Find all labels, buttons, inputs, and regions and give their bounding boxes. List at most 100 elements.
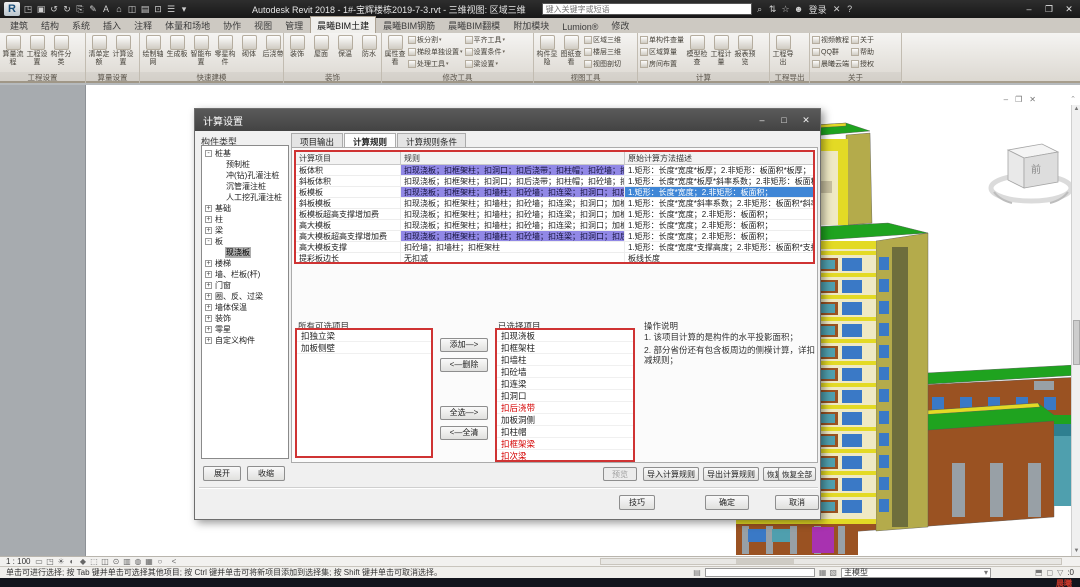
signin-button[interactable]: 登录	[809, 3, 827, 16]
list-item[interactable]: 扣次梁	[497, 450, 633, 462]
text-icon[interactable]: A	[100, 4, 112, 15]
tree-toggle-icon[interactable]: +	[205, 227, 212, 234]
ribbon-tab[interactable]: 修改	[605, 17, 635, 33]
drawing-area[interactable]: 前 –❐✕ ⌃ ▲ ▼ 计算设置 –□✕ 构	[85, 85, 1080, 556]
ribbon-button[interactable]: 屋面	[309, 34, 333, 59]
ribbon-button[interactable]: 属性查看	[383, 34, 407, 66]
list-item[interactable]: 扣柱帽	[497, 426, 633, 438]
list-item[interactable]: 扣后浇带	[497, 402, 633, 414]
export-rules-button[interactable]: 导出计算规则	[703, 467, 759, 481]
ribbon-small-button[interactable]: 晨曦云端	[811, 58, 850, 70]
ribbon-tab[interactable]: 晨曦BIM钢筋	[377, 17, 441, 33]
filter-icon[interactable]: ▽	[1057, 568, 1063, 577]
tree-item[interactable]: 冲(钻)孔灌注桩	[202, 170, 288, 181]
tree-item[interactable]: 预制桩	[202, 159, 288, 170]
close-hidden-icon[interactable]: ⊡	[152, 4, 164, 15]
ribbon-small-button[interactable]: 房间布置	[639, 58, 685, 70]
maximize-button[interactable]: ❐	[1042, 4, 1056, 15]
scroll-up-icon[interactable]: ▲	[1072, 105, 1080, 114]
search-icon[interactable]: ⌕	[754, 4, 766, 15]
undo-icon[interactable]: ↺	[48, 4, 60, 15]
import-rules-button[interactable]: 导入计算规则	[643, 467, 699, 481]
analytical-icon[interactable]: ▦	[143, 557, 154, 566]
ribbon-button[interactable]: 防水	[357, 34, 381, 59]
ribbon-tab[interactable]: 注释	[128, 17, 158, 33]
dialog-maximize-button[interactable]: □	[778, 115, 790, 126]
tree-toggle-icon[interactable]: +	[205, 337, 212, 344]
tree-item[interactable]: - 桩基	[202, 148, 288, 159]
thin-lines-icon[interactable]: ▤	[139, 4, 151, 15]
worksets-input[interactable]	[705, 568, 815, 577]
ribbon-small-button[interactable]: 区域算量	[639, 46, 685, 58]
ribbon-tab[interactable]: 晨曦BIM翻模	[442, 17, 506, 33]
ribbon-button[interactable]: 工程设置	[25, 34, 49, 66]
revit-app-menu-button[interactable]: R	[4, 2, 20, 16]
ribbon-small-button[interactable]: 关于	[850, 34, 875, 46]
sun-path-icon[interactable]: ☀	[55, 557, 66, 566]
ribbon-button[interactable]: 后浇带	[261, 34, 283, 66]
tree-toggle-icon[interactable]: +	[205, 293, 212, 300]
ribbon-small-button[interactable]: 授权	[850, 58, 875, 70]
tree-item[interactable]: + 墙、栏板(杆)	[202, 269, 288, 280]
cancel-button[interactable]: 取消	[775, 495, 819, 510]
show-crop-icon[interactable]: ◫	[99, 557, 110, 566]
press-drag-icon[interactable]: ◻	[1047, 568, 1054, 577]
rules-table-row[interactable]: 斜板体积 扣现浇板；扣框架柱；扣洞口；扣后浇带；扣柱帽；扣砼墙；扣墙柱 1.矩形…	[296, 176, 813, 187]
ribbon-button[interactable]: 构件显隐	[535, 34, 559, 66]
rules-table-row[interactable]: 高大模板 扣现浇板；扣框架柱；扣墙柱；扣砼墙；扣连梁；扣洞口；加板洞侧；… 1.…	[296, 220, 813, 231]
ribbon-button[interactable]: 报表预览	[733, 34, 757, 66]
list-item[interactable]: 扣框架柱	[497, 342, 633, 354]
ribbon-small-button[interactable]: 梁设置▾	[464, 58, 507, 70]
tree-item[interactable]: + 柱	[202, 214, 288, 225]
ribbon-small-button[interactable]: 帮助	[850, 46, 875, 58]
tree-item[interactable]: + 楼梯	[202, 258, 288, 269]
expand-button[interactable]: 展开	[203, 466, 241, 481]
tree-toggle-icon[interactable]: +	[205, 282, 212, 289]
list-item[interactable]: 加板侧壁	[297, 342, 431, 354]
save-icon[interactable]: ▣	[35, 4, 47, 15]
tree-item[interactable]: 人工挖孔灌注桩	[202, 192, 288, 203]
tree-item[interactable]: - 板	[202, 236, 288, 247]
app-store-icon[interactable]: ✕	[831, 4, 843, 15]
list-item[interactable]: 扣砼墙	[497, 366, 633, 378]
ribbon-tab[interactable]: 管理	[279, 17, 309, 33]
ribbon-button[interactable]: 模型检查	[685, 34, 709, 66]
remove-button[interactable]: <—删除	[440, 358, 488, 372]
ribbon-button[interactable]: 砌体	[237, 34, 261, 66]
ribbon-tab[interactable]: Lumion®	[556, 20, 604, 33]
tree-item[interactable]: + 门窗	[202, 280, 288, 291]
design-options-select[interactable]: 主模型▾	[841, 568, 991, 578]
search-input[interactable]	[542, 3, 752, 15]
rules-table-row[interactable]: 板体积 扣现浇板；扣框架柱；扣洞口；扣后浇带；扣柱帽；扣砼墙；扣墙柱… 1.矩形…	[296, 165, 813, 176]
design-options-icon[interactable]: ▧	[829, 568, 837, 577]
rules-table-row[interactable]: 提彩板边长 无扣减 板线长度	[296, 253, 813, 264]
ok-button[interactable]: 确定	[705, 495, 749, 510]
ribbon-small-button[interactable]: QQ群	[811, 46, 850, 58]
tree-toggle-icon[interactable]: -	[205, 150, 212, 157]
tree-toggle-icon[interactable]: +	[205, 271, 212, 278]
ribbon-tab[interactable]: 结构	[35, 17, 65, 33]
tree-item[interactable]: + 装饰	[202, 313, 288, 324]
tree-item[interactable]: 沉管灌注桩	[202, 181, 288, 192]
crop-view-icon[interactable]: ⬚	[88, 557, 99, 566]
ribbon-button[interactable]: 工程计量	[709, 34, 733, 66]
ribbon-small-button[interactable]: 梯段单独设置▾	[407, 46, 464, 58]
tree-item[interactable]: + 墙体保温	[202, 302, 288, 313]
ribbon-small-button[interactable]: 处理工具▾	[407, 58, 464, 70]
viewcube[interactable]: 前	[986, 130, 1076, 220]
tree-item[interactable]: 现浇板	[202, 247, 288, 258]
tree-item[interactable]: + 基础	[202, 203, 288, 214]
tree-item[interactable]: + 梁	[202, 225, 288, 236]
vertical-scrollbar[interactable]: ▲ ▼	[1071, 105, 1080, 556]
shadows-icon[interactable]: ◐	[66, 557, 77, 566]
tips-button[interactable]: 技巧	[619, 495, 655, 510]
tree-toggle-icon[interactable]: -	[205, 238, 212, 245]
ribbon-tab[interactable]: 体量和场地	[159, 17, 216, 33]
minimize-button[interactable]: –	[1022, 4, 1036, 15]
ribbon-tab[interactable]: 附加模块	[507, 17, 555, 33]
dialog-minimize-button[interactable]: –	[756, 115, 768, 126]
ribbon-button[interactable]: 生成板	[165, 34, 189, 66]
tree-toggle-icon[interactable]: +	[205, 315, 212, 322]
tree-item[interactable]: + 零星	[202, 324, 288, 335]
list-item[interactable]: 加板洞侧	[497, 414, 633, 426]
